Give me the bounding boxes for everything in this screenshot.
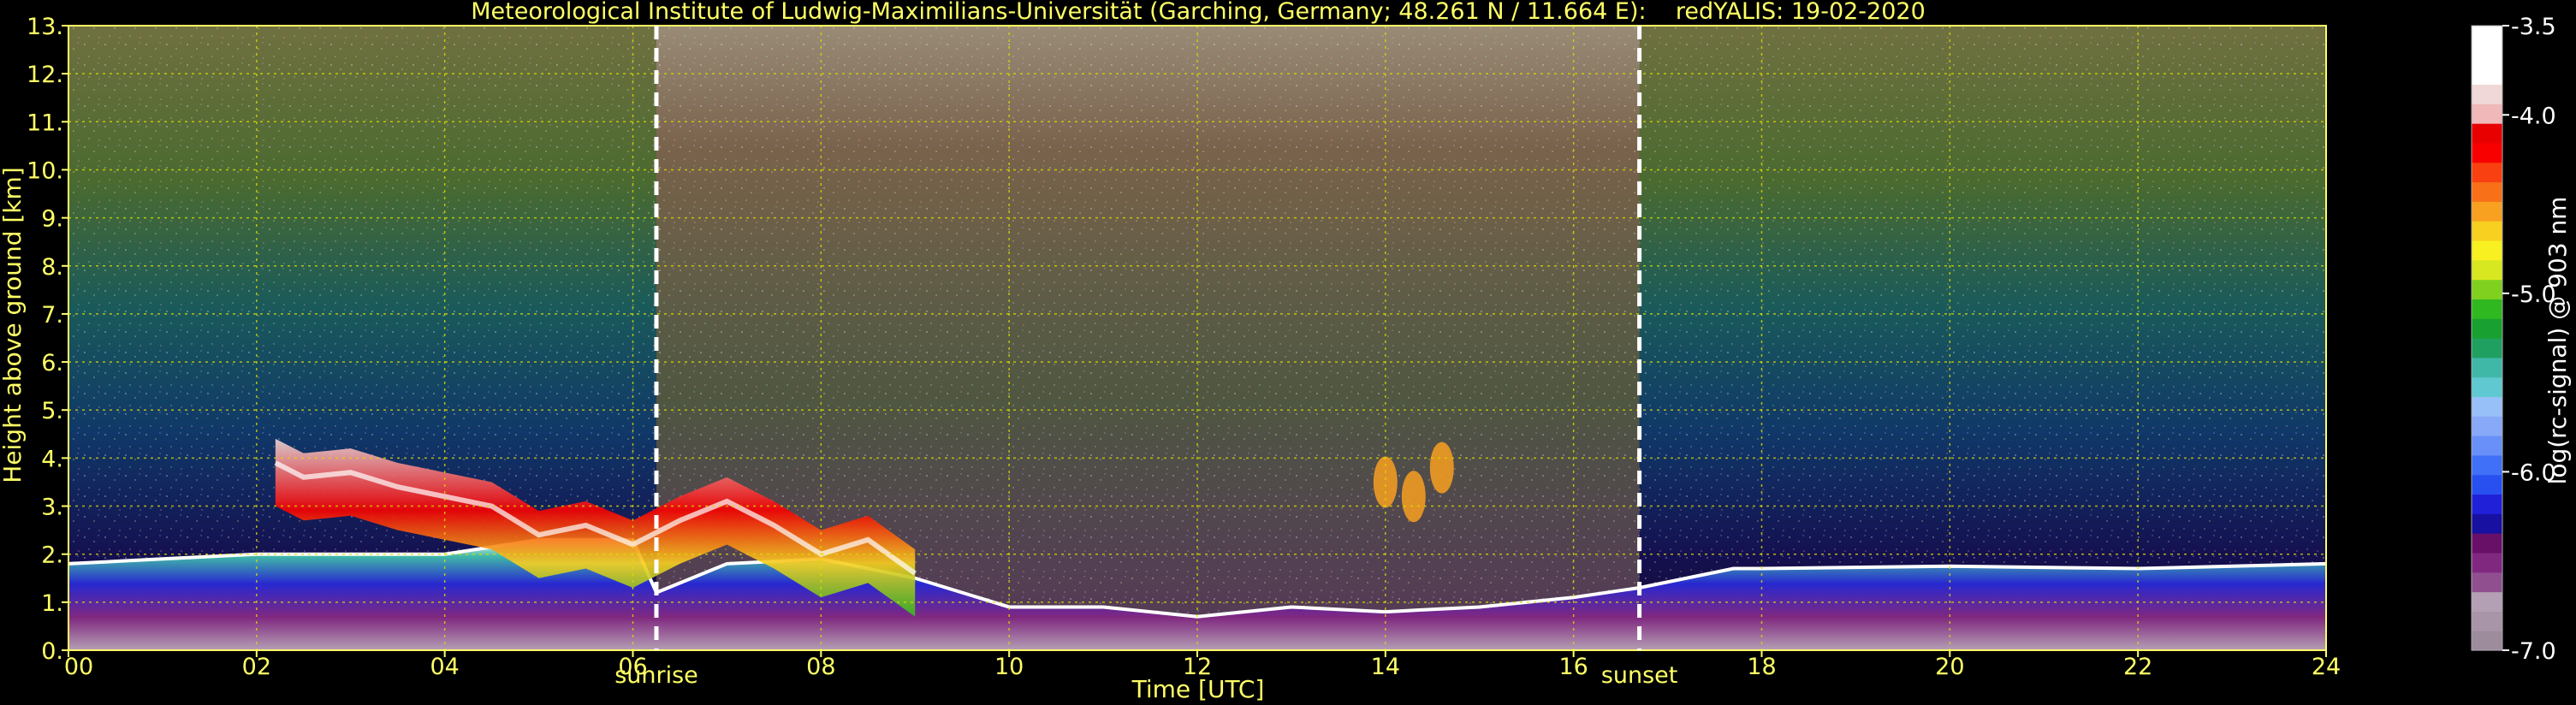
colorbar-segment bbox=[2472, 84, 2502, 104]
colorbar-segment bbox=[2472, 416, 2502, 436]
y-tick-label: 2. bbox=[41, 542, 63, 569]
x-tick-label: 02 bbox=[242, 654, 271, 680]
colorbar-segment bbox=[2472, 454, 2502, 476]
x-tick-label: 08 bbox=[806, 654, 835, 680]
colorbar-segment bbox=[2472, 572, 2502, 593]
colorbar-segment bbox=[2472, 631, 2502, 651]
y-tick-label: 1. bbox=[41, 590, 63, 617]
colorbar-segment bbox=[2472, 123, 2502, 144]
y-tick-label: 12. bbox=[27, 62, 63, 88]
y-tick-label: 9. bbox=[41, 206, 63, 233]
cloud-patch bbox=[1429, 441, 1454, 494]
chart-title: Meteorological Institute of Ludwig-Maxim… bbox=[471, 0, 1926, 25]
x-tick-label: 24 bbox=[2312, 654, 2341, 680]
x-tick-label: 22 bbox=[2123, 654, 2152, 680]
x-axis-label: Time [UTC] bbox=[1131, 675, 1265, 703]
y-tick-label: 10. bbox=[27, 157, 63, 184]
y-tick-label: 6. bbox=[41, 350, 63, 376]
y-tick-label: 0. bbox=[41, 638, 63, 665]
lidar-backscatter-chart: 00 02 04 06 08 10 12 14 16 18 20 22 24 0.1.2.3.4.5.6… bbox=[0, 0, 2572, 703]
colorbar-segment bbox=[2472, 181, 2502, 202]
cloud-patch bbox=[1401, 471, 1426, 523]
x-tick-label: 10 bbox=[994, 654, 1024, 680]
x-tick-label: 00 bbox=[64, 654, 93, 680]
x-tick-label: 18 bbox=[1747, 654, 1776, 680]
colorbar-segment bbox=[2472, 611, 2502, 631]
y-tick-label: 3. bbox=[41, 495, 63, 521]
colorbar-segment bbox=[2472, 279, 2502, 299]
x-tick-label: 16 bbox=[1558, 654, 1588, 680]
y-tick-label: 11. bbox=[27, 110, 63, 136]
colorbar-segment bbox=[2472, 533, 2502, 554]
colorbar-segment bbox=[2472, 26, 2502, 46]
y-tick-label: 7. bbox=[41, 302, 63, 329]
colorbar-segment bbox=[2472, 201, 2502, 222]
y-axis: 0. 1. 2. 3. 4. 5. 6. 7. 8. 9. 10. 11. 12. 13. bbox=[27, 14, 68, 665]
y-tick-label: 5. bbox=[41, 398, 63, 424]
colorbar-segment bbox=[2472, 552, 2502, 573]
y-tick-label: 4. bbox=[41, 446, 63, 472]
colorbar-segment bbox=[2472, 64, 2502, 86]
x-tick-label: 20 bbox=[1935, 654, 1964, 680]
sunset-label: sunset bbox=[1601, 662, 1678, 689]
y-tick-label: 8. bbox=[41, 254, 63, 281]
colorbar-segment bbox=[2472, 240, 2502, 261]
colorbar-segment bbox=[2472, 591, 2502, 612]
colorbar-segment bbox=[2472, 435, 2502, 456]
colorbar-segment bbox=[2472, 494, 2502, 514]
plot-area bbox=[68, 25, 2327, 651]
colorbar-segment bbox=[2472, 44, 2502, 66]
colorbar-segment bbox=[2472, 142, 2502, 163]
y-axis-label: Height above ground [km] bbox=[0, 167, 27, 483]
colorbar-segment bbox=[2472, 104, 2502, 124]
x-tick-label: 04 bbox=[430, 654, 459, 680]
colorbar-segment bbox=[2472, 162, 2502, 183]
colorbar-label: log(rc-signal) @ 903 nm bbox=[2543, 197, 2572, 485]
colorbar-segment bbox=[2472, 259, 2502, 281]
colorbar-segment bbox=[2472, 338, 2502, 358]
y-tick-label: 13. bbox=[27, 14, 63, 40]
colorbar-segment bbox=[2472, 376, 2502, 398]
colorbar-segment bbox=[2472, 221, 2502, 241]
colorbar-tick-label: -7.0 bbox=[2511, 638, 2556, 665]
colorbar-segment bbox=[2472, 318, 2502, 339]
colorbar-segment bbox=[2472, 357, 2502, 378]
colorbar-segment bbox=[2472, 396, 2502, 417]
colorbar-tick-label: -4.0 bbox=[2511, 103, 2556, 129]
colorbar-segment bbox=[2472, 299, 2502, 319]
x-tick-label: 14 bbox=[1371, 654, 1400, 680]
colorbar-tick-label: -3.5 bbox=[2511, 14, 2556, 40]
colorbar-segment bbox=[2472, 474, 2502, 495]
colorbar-segment bbox=[2472, 513, 2502, 534]
sunrise-label: sunrise bbox=[614, 662, 698, 689]
